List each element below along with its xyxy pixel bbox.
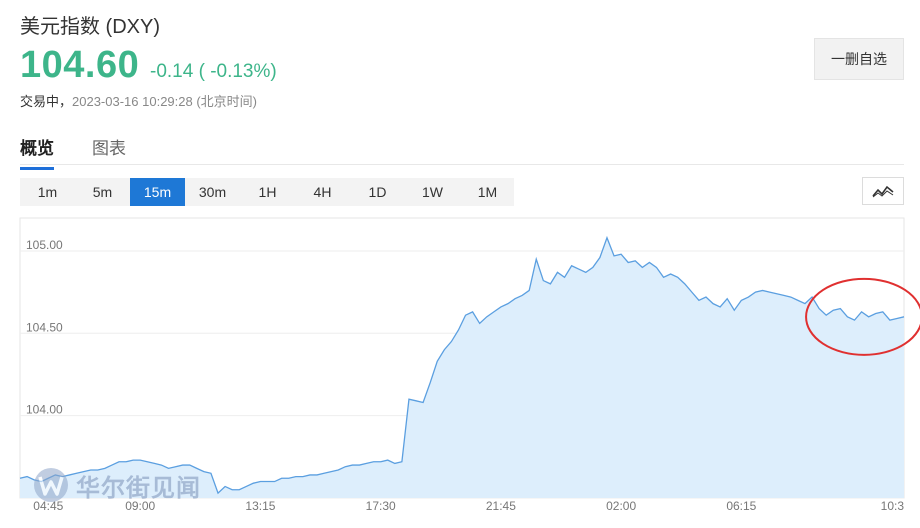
x-tick-label: 17:30 xyxy=(366,499,396,513)
x-tick-label: 04:45 xyxy=(33,499,63,513)
price-chart[interactable]: 103.50104.00104.50105.0004:4509:0013:151… xyxy=(0,0,920,528)
price-area xyxy=(20,237,904,498)
y-tick-label: 104.00 xyxy=(26,403,63,417)
y-tick-label: 105.00 xyxy=(26,238,63,252)
x-tick-label: 10:3 xyxy=(881,499,905,513)
page: 美元指数 (DXY) 104.60 -0.14 ( -0.13%) 交易中，20… xyxy=(0,0,920,528)
x-tick-label: 06:15 xyxy=(726,499,756,513)
x-tick-label: 09:00 xyxy=(125,499,155,513)
x-tick-label: 21:45 xyxy=(486,499,516,513)
y-tick-label: 104.50 xyxy=(26,320,63,334)
x-tick-label: 13:15 xyxy=(245,499,275,513)
x-tick-label: 02:00 xyxy=(606,499,636,513)
